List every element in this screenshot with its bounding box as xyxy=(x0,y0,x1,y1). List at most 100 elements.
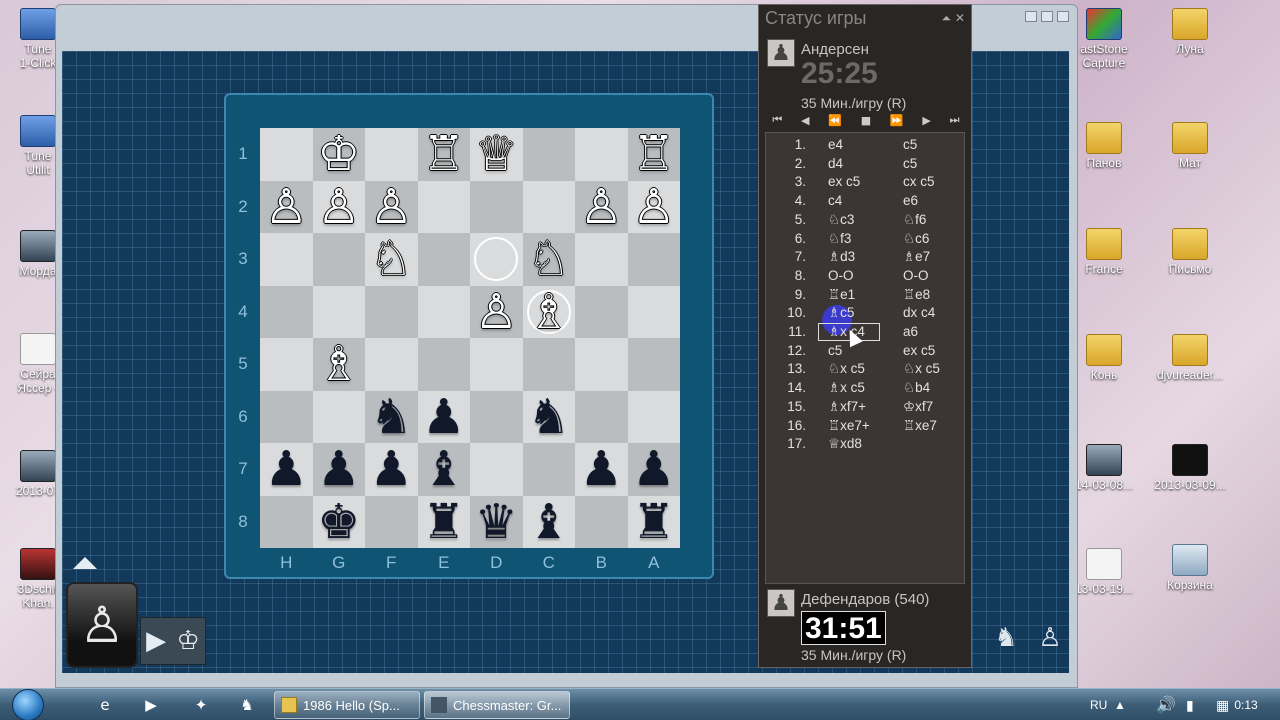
board-square[interactable]: ♟ xyxy=(365,443,418,496)
board-square[interactable]: ♜ xyxy=(627,495,680,548)
board-square[interactable]: ♙ xyxy=(312,180,365,233)
move-row[interactable]: 7. ♗d3 ♗e7 xyxy=(766,249,964,268)
white-pawn-icon[interactable]: ♙ xyxy=(580,183,623,231)
board-square[interactable]: ♟ xyxy=(627,443,680,496)
white-move[interactable]: e4 xyxy=(828,137,843,152)
board-square[interactable] xyxy=(312,390,365,443)
board-square[interactable] xyxy=(575,495,628,548)
clock[interactable]: 0:13 xyxy=(1226,689,1266,720)
white-move[interactable]: ♘x c5 xyxy=(828,361,865,377)
white-move[interactable]: ♖e1 xyxy=(828,287,855,303)
start-button[interactable] xyxy=(6,689,50,720)
board-square[interactable] xyxy=(365,495,418,548)
white-pawn-icon[interactable]: ♙ xyxy=(317,183,360,231)
black-move[interactable]: ♘f6 xyxy=(903,212,926,228)
king-icon[interactable]: ♔ xyxy=(177,626,200,656)
black-move[interactable]: e6 xyxy=(903,193,918,208)
step-back-button[interactable]: ⏪ xyxy=(828,114,842,127)
white-bishop-icon[interactable]: ♗ xyxy=(317,340,360,388)
board-square[interactable] xyxy=(260,495,313,548)
board-square[interactable] xyxy=(522,338,575,391)
taskbar-item-folder[interactable]: 1986 Hello (Sp... xyxy=(274,691,420,719)
board-square[interactable]: ♘ xyxy=(522,233,575,286)
board-square[interactable] xyxy=(627,338,680,391)
white-pawn-icon[interactable]: ♙ xyxy=(265,183,308,231)
move-row[interactable]: 17. ♕xd8 xyxy=(766,436,964,455)
black-move[interactable]: c5 xyxy=(903,156,917,171)
black-move[interactable]: ♗e7 xyxy=(903,249,930,265)
next-move-button[interactable]: ▶ xyxy=(922,114,930,127)
move-row[interactable]: 3. ex c5 cx c5 xyxy=(766,174,964,193)
board-square[interactable]: ♙ xyxy=(260,180,313,233)
board-square[interactable] xyxy=(365,285,418,338)
media-player-icon[interactable]: ▶ xyxy=(138,693,164,717)
next-panel[interactable]: ▶ ♔ xyxy=(140,617,206,665)
player-avatar[interactable]: ♙ xyxy=(66,582,138,668)
desktop-icon-recycle-bin[interactable]: Корзина xyxy=(1150,544,1230,592)
desktop-icon-mat[interactable]: Мат xyxy=(1150,122,1230,170)
black-move[interactable]: ex c5 xyxy=(903,343,935,358)
board-square[interactable]: ♗ xyxy=(312,338,365,391)
move-row[interactable]: 1. e4 c5 xyxy=(766,137,964,156)
board-square[interactable] xyxy=(575,128,628,181)
board-square[interactable]: ♘ xyxy=(365,233,418,286)
first-move-button[interactable]: ⏮ xyxy=(772,113,782,127)
white-bishop-icon[interactable]: ♗ xyxy=(527,288,570,336)
board-square[interactable] xyxy=(627,285,680,338)
app-icon[interactable]: ✦ xyxy=(188,693,214,717)
board-square[interactable] xyxy=(260,128,313,181)
black-pawn-icon[interactable]: ♟ xyxy=(632,445,675,493)
move-row[interactable]: 8. O-O O-O xyxy=(766,268,964,287)
stop-button[interactable]: ■ xyxy=(861,114,871,127)
white-move[interactable]: ♘f3 xyxy=(828,231,851,247)
close-button[interactable] xyxy=(1057,11,1069,22)
prev-move-button[interactable]: ◀ xyxy=(801,114,809,127)
white-move[interactable]: c4 xyxy=(828,193,842,208)
pieces-icon[interactable]: ♞ xyxy=(994,623,1017,653)
white-queen-icon[interactable]: ♕ xyxy=(475,130,518,178)
desktop-icon-luna[interactable]: Луна xyxy=(1150,8,1230,56)
maximize-button[interactable] xyxy=(1041,11,1053,22)
magnifier-icon[interactable]: ♙ xyxy=(1038,623,1061,653)
white-move[interactable]: ♘c3 xyxy=(828,212,854,228)
white-rook-icon[interactable]: ♖ xyxy=(632,130,675,178)
move-row[interactable]: 10. ♗c5 dx c4 xyxy=(766,305,964,324)
volume-icon[interactable]: 🔊 xyxy=(1156,689,1176,720)
board-square[interactable] xyxy=(470,338,523,391)
board-square[interactable]: ♙ xyxy=(627,180,680,233)
board-square[interactable]: ♟ xyxy=(312,443,365,496)
move-row[interactable]: 11. ♗x c4 a6 xyxy=(766,324,964,343)
board-square[interactable]: ♞ xyxy=(522,390,575,443)
desktop-icon-pismo[interactable]: Письмо xyxy=(1150,228,1230,276)
black-bishop-icon[interactable]: ♝ xyxy=(527,498,570,546)
board-square[interactable]: ♟ xyxy=(260,443,313,496)
white-pawn-icon[interactable]: ♙ xyxy=(632,183,675,231)
white-knight-icon[interactable]: ♘ xyxy=(370,235,413,283)
board-square[interactable] xyxy=(260,233,313,286)
board-square[interactable]: ♗ xyxy=(522,285,575,338)
move-row[interactable]: 12. c5 ex c5 xyxy=(766,343,964,362)
black-move[interactable]: ♔xf7 xyxy=(903,399,933,415)
white-move[interactable]: O-O xyxy=(828,268,854,283)
board-square[interactable] xyxy=(627,233,680,286)
move-row[interactable]: 2. d4 c5 xyxy=(766,156,964,175)
tray-up-arrow-icon[interactable]: ▲ xyxy=(1114,689,1126,720)
power-icon[interactable]: ▮ xyxy=(1186,689,1194,720)
black-rook-icon[interactable]: ♜ xyxy=(422,498,465,546)
board-square[interactable]: ♞ xyxy=(365,390,418,443)
board-square[interactable] xyxy=(365,128,418,181)
board-square[interactable] xyxy=(260,285,313,338)
black-move[interactable]: dx c4 xyxy=(903,305,935,320)
board-square[interactable]: ♛ xyxy=(470,495,523,548)
board-square[interactable] xyxy=(575,390,628,443)
white-move[interactable]: ♗xf7+ xyxy=(828,399,866,415)
black-queen-icon[interactable]: ♛ xyxy=(475,498,518,546)
desktop-icon-djvureader[interactable]: djvureader... xyxy=(1150,334,1230,382)
black-knight-icon[interactable]: ♞ xyxy=(370,393,413,441)
chessmaster-quick-icon[interactable]: ♞ xyxy=(234,693,260,717)
board-square[interactable] xyxy=(260,338,313,391)
move-row[interactable]: 15. ♗xf7+ ♔xf7 xyxy=(766,399,964,418)
minimize-button[interactable] xyxy=(1025,11,1037,22)
move-row[interactable]: 14. ♗x c5 ♘b4 xyxy=(766,380,964,399)
board-square[interactable] xyxy=(522,128,575,181)
